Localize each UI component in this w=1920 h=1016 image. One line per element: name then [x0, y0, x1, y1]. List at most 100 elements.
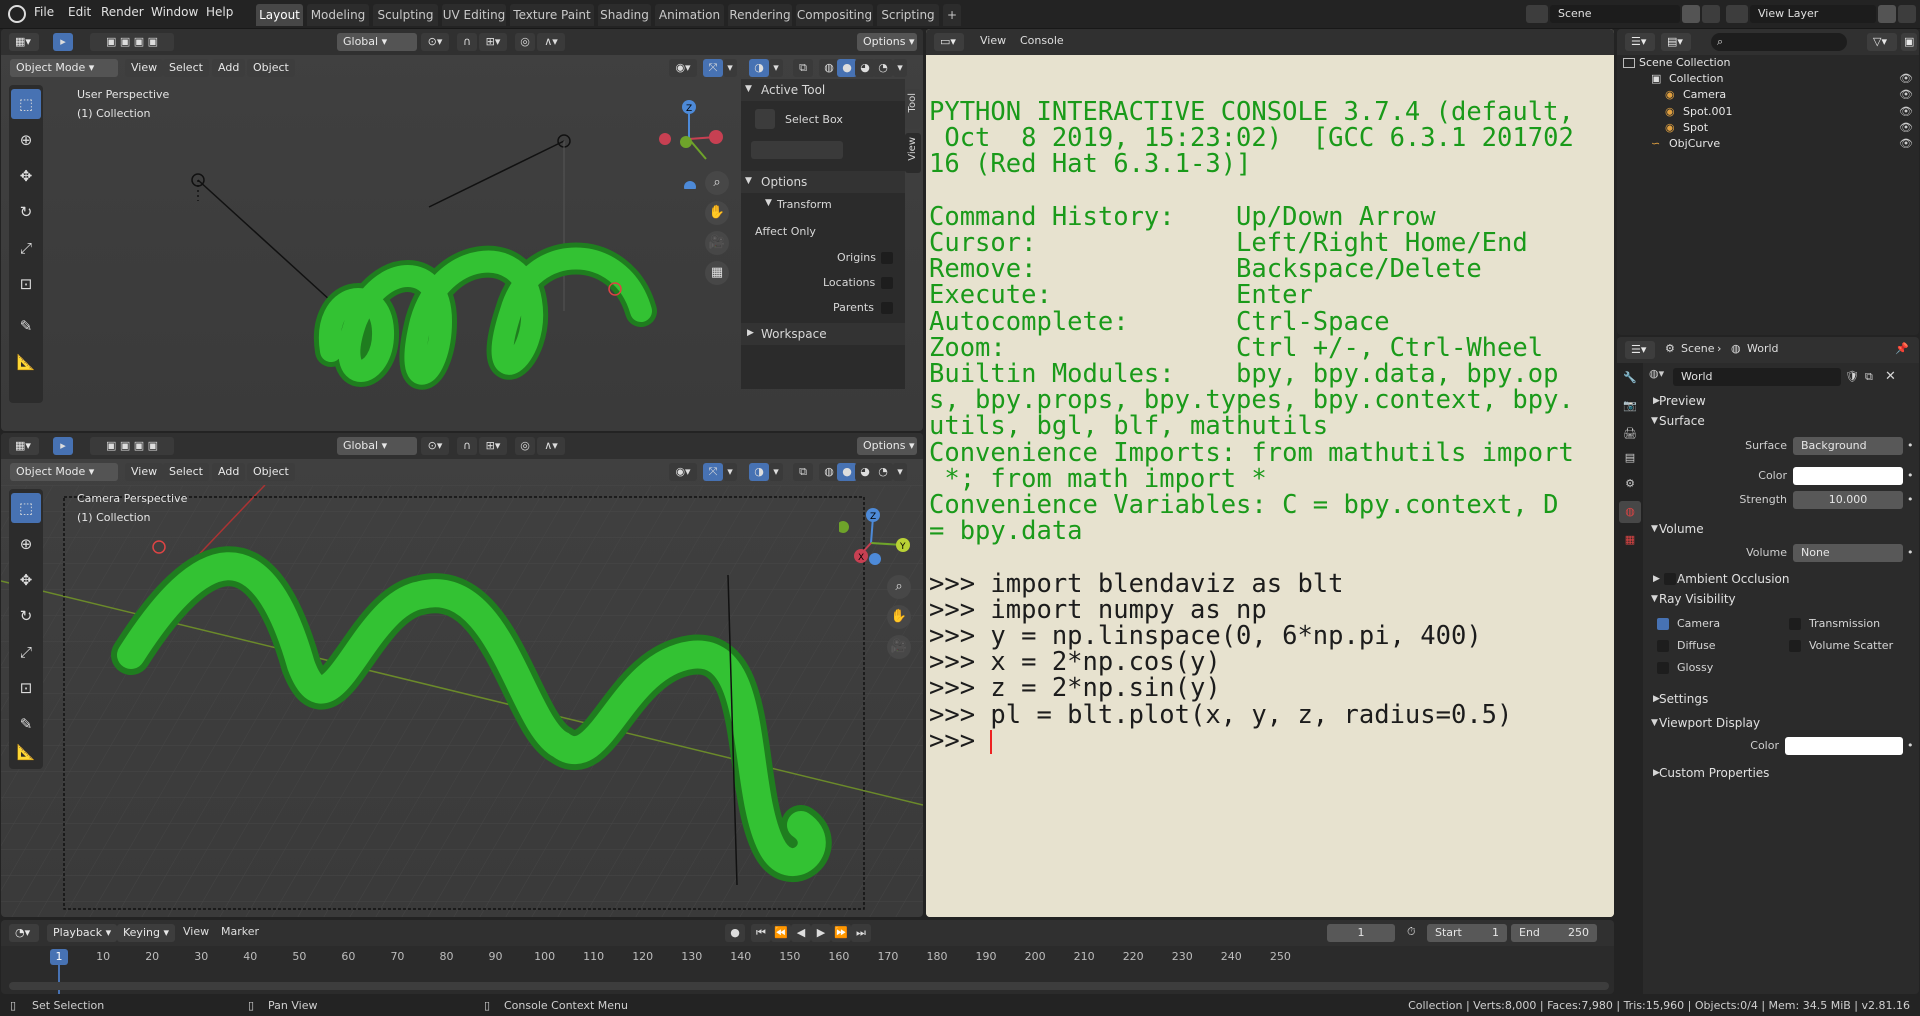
ambient-occlusion-checkbox[interactable] — [1664, 573, 1676, 585]
scene-icon[interactable] — [1526, 5, 1548, 23]
ambient-occlusion-section[interactable]: Ambient Occlusion — [1645, 569, 1919, 589]
viewport-bottom[interactable]: ▦▾ ▸ ▣ ▣ ▣ ▣ Global ▾ ⊙▾ ∩ ⊞▾ ◎ ∧▾ Optio… — [1, 433, 923, 917]
xray-icon[interactable]: ⧉ — [793, 59, 813, 77]
blender-logo-icon[interactable] — [8, 5, 26, 23]
outliner-row[interactable]: ▣ Collection 👁 — [1617, 71, 1919, 87]
menu-select[interactable]: Select — [163, 463, 209, 481]
gizmo-dropdown-icon[interactable]: ▾ — [723, 463, 737, 481]
rendered-shading-icon[interactable]: ◔ — [873, 59, 893, 77]
surface-section[interactable]: Surface — [1645, 411, 1919, 431]
cursor-tool-icon[interactable]: ⊕ — [11, 529, 41, 559]
preview-section[interactable]: Preview — [1645, 391, 1919, 411]
select-mode-buttons[interactable] — [751, 141, 843, 159]
socket-icon[interactable]: • — [1907, 493, 1914, 506]
socket-icon[interactable]: • — [1907, 439, 1914, 452]
overlay-icon[interactable]: ◑ — [749, 59, 769, 77]
workspace-section[interactable]: Workspace — [741, 323, 905, 345]
solid-shading-icon[interactable]: ● — [837, 463, 857, 481]
parents-checkbox[interactable] — [881, 302, 893, 314]
surface-select[interactable]: Background — [1793, 437, 1903, 455]
camera-view-icon[interactable]: 🎥 — [705, 231, 729, 255]
timeline-ruler[interactable]: 1 10 20 30 40 50 60 70 80 90 100 110 120 130 140 150 160… — [1, 946, 1614, 994]
snap-target-icon[interactable]: ⊞▾ — [479, 33, 507, 51]
diffuse-checkbox[interactable] — [1657, 640, 1669, 652]
view-layer-icon[interactable] — [1726, 5, 1748, 23]
menu-edit[interactable]: Edit — [68, 5, 91, 19]
snap-target-icon[interactable]: ⊞▾ — [479, 437, 507, 455]
world-tab-icon[interactable]: ◍ — [1619, 501, 1641, 523]
tab-tool[interactable]: Tool — [905, 89, 921, 129]
scene-field[interactable]: Scene — [1550, 5, 1680, 23]
menu-object[interactable]: Object — [247, 463, 295, 481]
timeline[interactable]: ◔▾ Playback ▾ Keying ▾ View Marker ● ⏮ ⏪… — [1, 920, 1614, 994]
output-tab-icon[interactable]: 🖨 — [1621, 427, 1639, 445]
visibility-icon[interactable]: ◉▾ — [669, 463, 697, 481]
editor-type-icon[interactable]: ▦▾ — [9, 437, 39, 455]
material-shading-icon[interactable]: ◕ — [855, 59, 875, 77]
measure-tool-icon[interactable]: 📐 — [11, 737, 41, 767]
menu-file[interactable]: File — [34, 5, 54, 19]
proportional-edit-icon[interactable]: ◎ — [515, 33, 535, 51]
outliner-row[interactable]: ◉ Camera 👁 — [1617, 87, 1919, 103]
pin-icon[interactable]: 📌 — [1895, 342, 1909, 355]
duplicate-icon[interactable]: ⧉ — [1865, 370, 1873, 384]
falloff-icon[interactable]: ∧▾ — [537, 437, 565, 455]
orientation-select[interactable]: Global ▾ — [337, 33, 417, 51]
close-icon[interactable]: ✕ — [1885, 369, 1896, 384]
eye-icon[interactable]: 👁 — [1899, 71, 1913, 87]
snap-icon[interactable]: ∩ — [457, 437, 477, 455]
viewport-color-swatch[interactable] — [1785, 737, 1903, 755]
new-view-layer-button[interactable] — [1878, 5, 1896, 23]
socket-icon[interactable]: • — [1907, 469, 1914, 482]
shading-dropdown-icon[interactable]: ▾ — [893, 59, 907, 77]
console-menu-view[interactable]: View — [980, 34, 1006, 47]
add-workspace-button[interactable]: + — [943, 4, 961, 26]
preview-range-icon[interactable]: ⏱ — [1407, 925, 1416, 939]
camera-checkbox[interactable] — [1657, 618, 1669, 630]
record-icon[interactable]: ● — [725, 924, 745, 942]
menu-render[interactable]: Render — [101, 5, 144, 19]
strength-field[interactable]: 10.000 — [1793, 491, 1903, 509]
start-frame-field[interactable]: Start 1 — [1427, 924, 1507, 942]
proportional-edit-icon[interactable]: ◎ — [515, 437, 535, 455]
console-menu-console[interactable]: Console — [1020, 34, 1064, 47]
tab-texture-paint[interactable]: Texture Paint — [510, 4, 594, 26]
timeline-menu-marker[interactable]: Marker — [221, 925, 259, 938]
tab-shading[interactable]: Shading — [598, 4, 651, 26]
tab-uv-editing[interactable]: UV Editing — [442, 4, 506, 26]
orientation-select[interactable]: Global ▾ — [337, 437, 417, 455]
eye-icon[interactable]: 👁 — [1899, 104, 1913, 120]
socket-icon[interactable]: • — [1907, 546, 1914, 559]
jump-start-icon[interactable]: ⏮ — [751, 924, 771, 942]
view-layer-tab-icon[interactable]: ▤ — [1621, 451, 1639, 469]
viewport-display-section[interactable]: Viewport Display — [1645, 713, 1919, 733]
active-tool-section[interactable]: Active Tool — [741, 79, 905, 101]
eye-icon[interactable]: 👁 — [1899, 120, 1913, 136]
menu-view[interactable]: View — [125, 463, 164, 481]
tab-layout[interactable]: Layout — [256, 4, 303, 26]
eye-icon[interactable]: 👁 — [1899, 87, 1913, 103]
transform-tool-icon[interactable]: ⊡ — [11, 673, 41, 703]
xray-icon[interactable]: ⧉ — [793, 463, 813, 481]
visibility-icon[interactable]: ◉▾ — [669, 59, 697, 77]
pan-icon[interactable]: ✋ — [887, 605, 911, 629]
navigation-gizmo[interactable]: Z Y X — [839, 499, 919, 589]
annotate-tool-icon[interactable]: ✎ — [11, 709, 41, 739]
render-tab-icon[interactable]: 📷 — [1621, 399, 1639, 417]
outliner-row[interactable]: ◉ Spot.001 👁 — [1617, 104, 1919, 120]
pivot-icon[interactable]: ⊙▾ — [421, 437, 449, 455]
ortho-toggle-icon[interactable]: ▦ — [705, 261, 729, 285]
console-output[interactable]: PYTHON INTERACTIVE CONSOLE 3.7.4 (defaul… — [926, 55, 1614, 917]
selection-mode-icons[interactable]: ▣ ▣ ▣ ▣ — [90, 33, 174, 51]
menu-window[interactable]: Window — [151, 5, 198, 19]
snap-icon[interactable]: ∩ — [457, 33, 477, 51]
pivot-icon[interactable]: ⊙▾ — [421, 33, 449, 51]
color-swatch[interactable] — [1793, 467, 1903, 485]
solid-shading-icon[interactable]: ● — [837, 59, 857, 77]
next-keyframe-icon[interactable]: ⏩ — [831, 924, 851, 942]
gizmo-icon[interactable]: ⤧ — [703, 59, 723, 77]
transform-header[interactable]: Transform — [777, 198, 832, 211]
tab-scripting[interactable]: Scripting — [877, 4, 939, 26]
delete-view-layer-button[interactable] — [1898, 5, 1916, 23]
gizmo-dropdown-icon[interactable]: ▾ — [723, 59, 737, 77]
